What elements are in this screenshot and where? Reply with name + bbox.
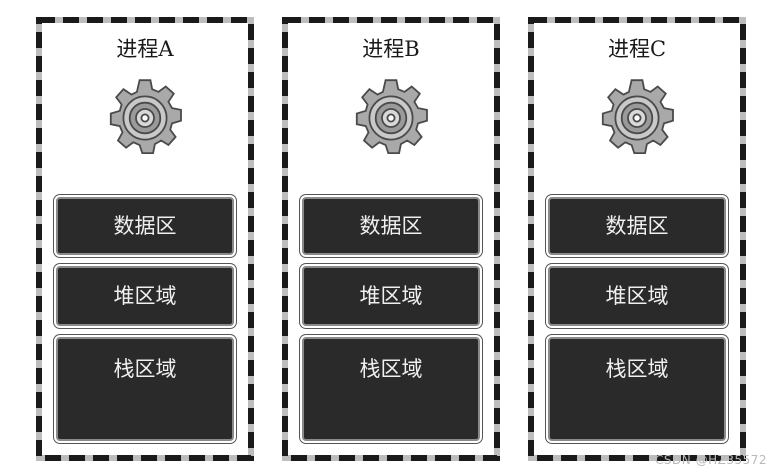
process-b-box: 进程B 数据区 堆区域 栈区域 bbox=[282, 17, 500, 461]
heap-segment: 堆区域 bbox=[56, 266, 234, 326]
data-segment: 数据区 bbox=[302, 197, 480, 255]
gear-icon bbox=[109, 79, 182, 154]
process-a-title: 进程A bbox=[116, 37, 174, 61]
stack-segment: 栈区域 bbox=[548, 337, 726, 441]
data-segment: 数据区 bbox=[56, 197, 234, 255]
data-segment: 数据区 bbox=[548, 197, 726, 255]
process-c-box: 进程C 数据区 堆区域 栈区域 bbox=[528, 17, 746, 461]
heap-segment: 堆区域 bbox=[548, 266, 726, 326]
process-b-title: 进程B bbox=[362, 37, 420, 61]
process-c-title: 进程C bbox=[607, 37, 667, 61]
gear-icon bbox=[355, 79, 428, 154]
watermark: CSDN @HZ35572 bbox=[655, 453, 767, 467]
process-a-box: 进程A 数据区 堆区域 栈区域 bbox=[36, 17, 254, 461]
gear-icon bbox=[601, 79, 674, 154]
heap-segment: 堆区域 bbox=[302, 266, 480, 326]
stack-segment: 栈区域 bbox=[302, 337, 480, 441]
stack-segment: 栈区域 bbox=[56, 337, 234, 441]
